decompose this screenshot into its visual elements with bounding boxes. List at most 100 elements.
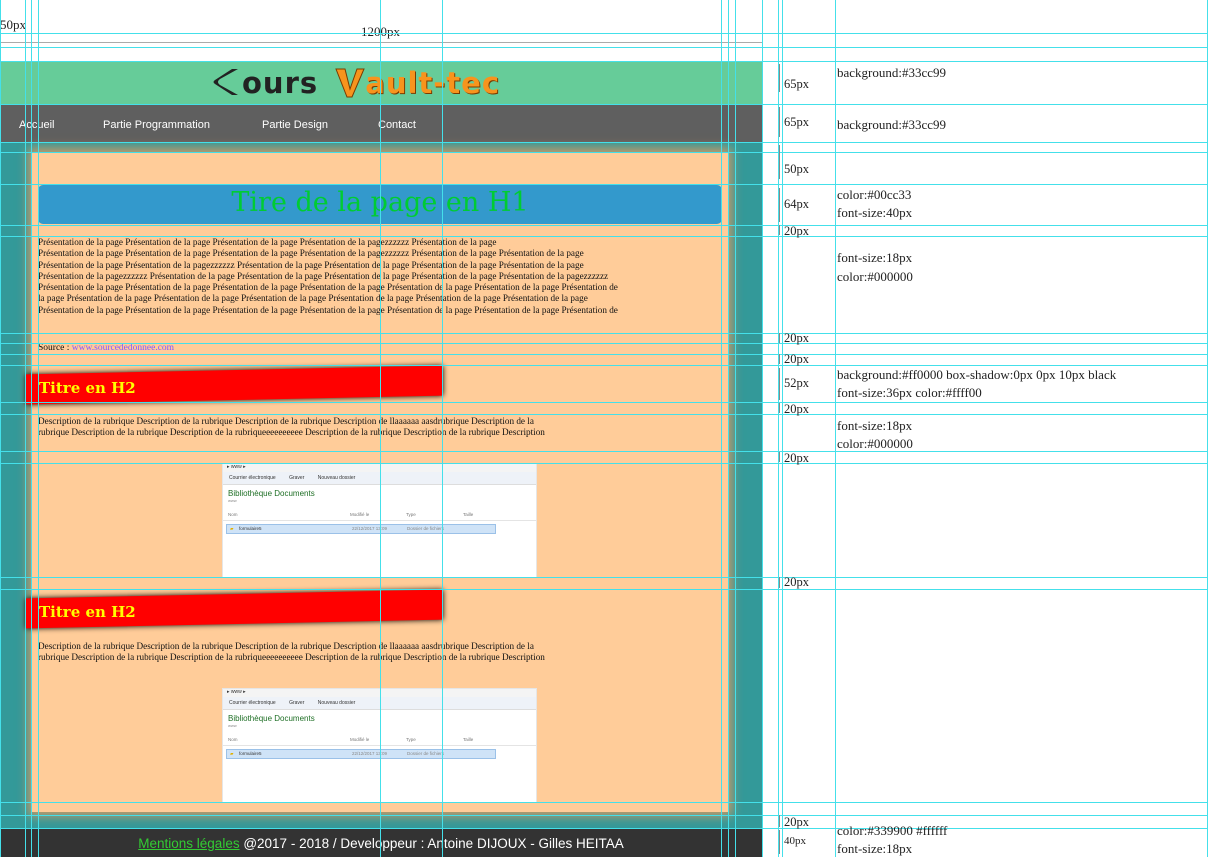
note-desc-color: color:#000000: [837, 436, 913, 451]
note-footer-color: color:#339900 #ffffff: [837, 823, 948, 838]
dimension-tick: [779, 354, 780, 364]
toolbar-item: Nouveau dossier: [317, 475, 356, 481]
logo-v-icon: [335, 68, 366, 97]
note-h2-font: font-size:36px color:#ffff00: [837, 385, 982, 400]
dimension-label: 20px: [784, 815, 809, 829]
column-date: Modifié le: [350, 512, 370, 517]
column-size: Taille: [463, 737, 474, 742]
dimension-tick: [779, 225, 780, 235]
guide-line: [0, 47, 1208, 48]
guide-line: [0, 236, 1208, 237]
site-nav: Accueil Partie Programmation Partie Desi…: [0, 104, 762, 142]
dimension-tick: [779, 577, 780, 588]
file-row: ▰ formulaire5 22/12/2017 13:09 Dossier d…: [226, 524, 496, 534]
column-size: Taille: [463, 512, 474, 517]
toolbar-item: Graver: [289, 700, 305, 706]
guide-line: [728, 0, 729, 857]
guide-line: [0, 414, 1208, 415]
guide-line: [25, 0, 26, 857]
guide-line: [0, 225, 1208, 226]
section-title-1: Titre en H2: [39, 379, 136, 397]
column-date: Modifié le: [350, 737, 370, 742]
guide-line: [0, 828, 1208, 829]
file-name: formulaire5: [239, 751, 262, 756]
guide-line: [0, 577, 1208, 578]
guide-line: [0, 152, 1208, 153]
guide-line: [0, 365, 1208, 366]
toolbar-item: Graver: [289, 475, 305, 481]
guide-line: [0, 815, 1208, 816]
section-title-2: Titre en H2: [39, 603, 136, 621]
column-type: Type: [406, 737, 416, 742]
dimension-tick: [779, 107, 780, 137]
dimension-label: 20px: [784, 402, 809, 416]
dimension-label: 40px: [784, 835, 806, 847]
nav-partie-programmation[interactable]: Partie Programmation: [103, 119, 210, 131]
toolbar-item: Courrier électronique: [229, 475, 276, 481]
guide-line: [0, 33, 1208, 34]
note-desc-size: font-size:18px: [837, 418, 913, 433]
dimension-tick: [779, 815, 780, 827]
dimension-tick: [779, 368, 780, 400]
guide-line: [38, 0, 39, 857]
guide-line: [0, 402, 1208, 403]
dimension-tick: [779, 145, 780, 179]
guide-line: [735, 0, 736, 857]
guide-line: [782, 0, 783, 857]
logo-text-part2: ault-tec: [365, 65, 501, 100]
dimension-tick: [779, 830, 780, 854]
guide-line: [0, 451, 1208, 452]
guide-line: [31, 0, 32, 857]
dimension-tick: [779, 452, 780, 462]
source-label: Source :: [38, 343, 70, 353]
nav-partie-design[interactable]: Partie Design: [262, 119, 328, 131]
folder-icon: ▰: [230, 526, 234, 531]
column-name: Nom: [228, 737, 238, 742]
dimension-tick: [779, 64, 780, 92]
dimension-tick: [779, 333, 780, 343]
dimension-label: 20px: [784, 224, 809, 238]
dimension-tick: [779, 403, 780, 413]
column-name: Nom: [228, 512, 238, 517]
logo-text-part1: ours: [242, 65, 319, 100]
dimension-label: 65px: [784, 115, 809, 129]
guide-line: [0, 333, 1208, 334]
width-dimension-line: [0, 42, 762, 43]
folder-icon: ▰: [230, 751, 234, 756]
guide-line: [0, 0, 1, 857]
dimension-label: 20px: [784, 331, 809, 345]
footer-text: @2017 - 2018 / Developpeur : Antoine DIJ…: [239, 836, 624, 851]
file-date: 22/12/2017 13:09: [352, 526, 388, 531]
margin-label: 50px: [0, 17, 26, 32]
guide-line: [380, 0, 381, 857]
footer-legal-link[interactable]: Mentions légales: [138, 836, 239, 851]
guide-line: [0, 463, 1208, 464]
dimension-label: 20px: [784, 575, 809, 589]
guide-line: [0, 343, 1208, 344]
note-h1-color: color:#00cc33: [837, 187, 912, 202]
site-logo[interactable]: ours ault-tec: [212, 64, 532, 100]
dimension-label: 20px: [784, 352, 809, 366]
guide-line: [721, 0, 722, 857]
note-footer-size: font-size:18px: [837, 841, 913, 856]
note-header-bg: background:#33cc99: [837, 65, 947, 80]
guide-line: [835, 0, 836, 857]
guide-line: [762, 0, 763, 857]
guide-line: [0, 142, 1208, 143]
guide-line: [0, 589, 1208, 590]
note-nav-bg: background:#33cc99: [837, 117, 947, 132]
note-p-size: font-size:18px: [837, 250, 913, 265]
guide-line: [0, 104, 1208, 105]
note-h1-size: font-size:40px: [837, 205, 913, 220]
dimension-label: 20px: [784, 451, 809, 465]
column-type: Type: [406, 512, 416, 517]
nav-contact[interactable]: Contact: [378, 119, 416, 131]
dimension-label: 50px: [784, 162, 809, 176]
note-p-color: color:#000000: [837, 269, 913, 284]
dimension-label: 64px: [784, 197, 809, 211]
file-type: Dossier de fichiers: [407, 751, 445, 756]
source-link[interactable]: www.sourcededonnee.com: [72, 343, 174, 353]
file-name: formulaire5: [239, 526, 262, 531]
guide-line: [0, 61, 1208, 62]
guide-line: [442, 0, 443, 857]
